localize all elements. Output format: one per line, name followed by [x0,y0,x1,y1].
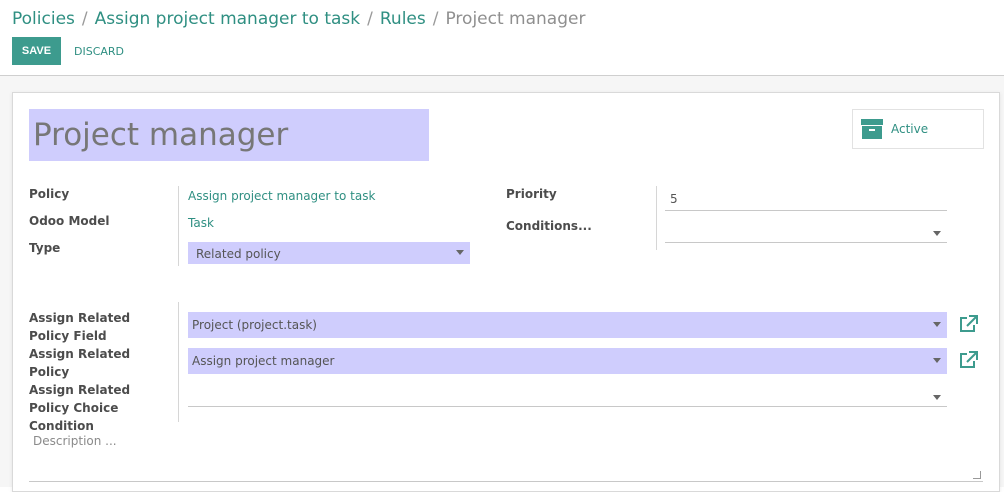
odoo-model-link[interactable]: Task [188,216,214,230]
external-link-icon[interactable] [958,315,978,333]
breadcrumb-policies[interactable]: Policies [12,9,75,29]
related-policy-select[interactable]: Assign project manager [188,348,947,374]
breadcrumb-policy[interactable]: Assign project manager to task [95,9,361,29]
priority-input[interactable]: 5 [665,186,947,211]
caret-down-icon [933,358,941,363]
breadcrumb-separator: / [367,9,373,29]
breadcrumb-current: Project manager [445,9,586,29]
related-policy-field-label: Assign Related Policy Field [29,311,131,343]
conditions-label: Conditions... [506,219,592,233]
breadcrumb: Policies / Assign project manager to task /… [12,9,585,29]
field-divider [656,186,657,250]
related-policy-value: Assign project manager [192,354,335,368]
type-label: Type [29,241,61,255]
choice-condition-select[interactable] [188,384,947,407]
resize-handle[interactable] [973,471,981,479]
policy-link[interactable]: Assign project manager to task [188,189,375,203]
save-button[interactable]: SAVE [12,37,61,65]
related-policy-field-value: Project (project.task) [192,318,317,332]
active-label: Active [891,122,929,136]
choice-condition-label: Assign Related Policy Choice Condition [29,383,131,433]
breadcrumb-separator: / [81,9,88,29]
record-title-input[interactable]: Project manager [29,109,429,161]
type-select-value: Related policy [196,247,281,261]
breadcrumb-separator: / [432,9,439,29]
field-divider [178,186,179,266]
type-select[interactable]: Related policy [188,242,470,264]
conditions-select[interactable] [665,219,947,243]
description-textarea[interactable] [29,428,983,482]
breadcrumb-rules[interactable]: Rules [380,9,426,29]
external-link-icon[interactable] [958,351,978,369]
caret-down-icon [933,322,941,327]
priority-label: Priority [506,187,557,201]
caret-down-icon [933,395,941,400]
description-placeholder: Description ... [33,434,117,448]
related-policy-field-select[interactable]: Project (project.task) [188,312,947,338]
related-policy-label: Assign Related Policy [29,347,131,379]
field-divider [178,302,179,422]
policy-label: Policy [29,187,70,201]
odoo-model-label: Odoo Model [29,214,110,228]
caret-down-icon [933,231,941,236]
caret-down-icon [456,250,464,255]
archive-icon [861,119,883,139]
active-toggle-button[interactable]: Active [852,109,984,149]
discard-button[interactable]: DISCARD [74,37,124,65]
